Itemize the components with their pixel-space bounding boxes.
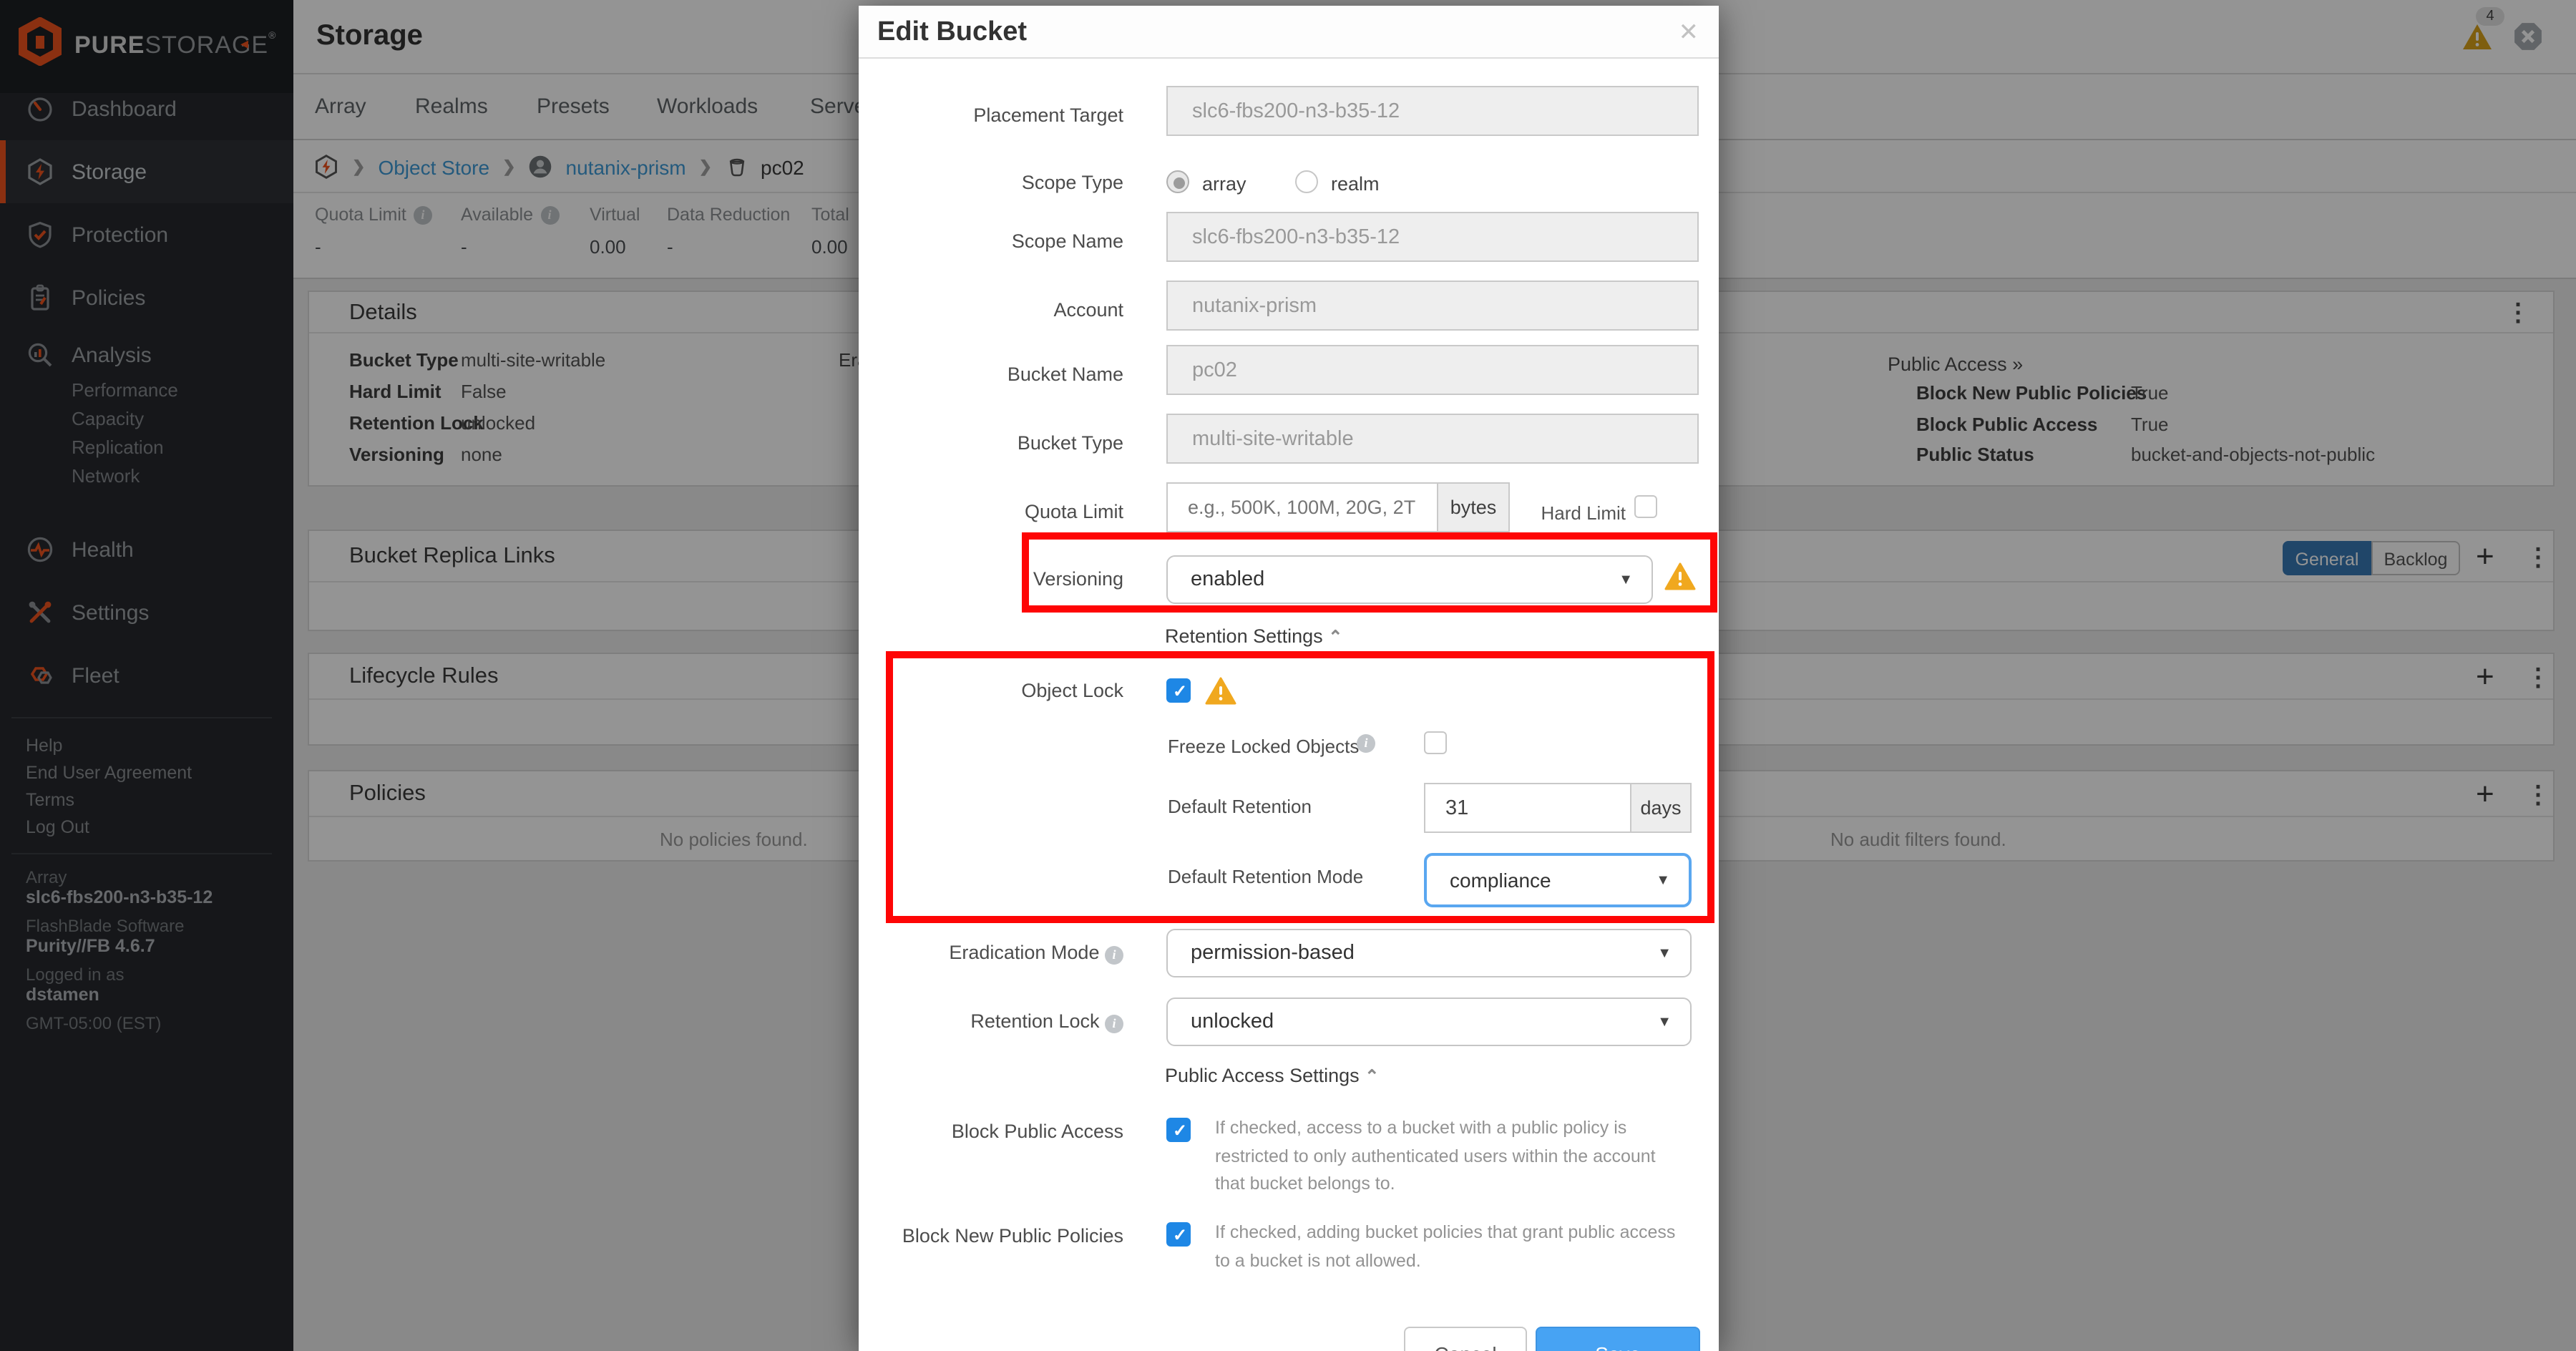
info-icon[interactable]: i [1357, 734, 1375, 753]
modal-title: Edit Bucket [877, 6, 1027, 59]
freeze-locked-objects-label: Freeze Locked Objects [1168, 736, 1359, 757]
bucket-name-field: pc02 [1166, 345, 1699, 395]
placement-target-field: slc6-fbs200-n3-b35-12 [1166, 86, 1699, 136]
caret-down-icon: ▼ [1657, 945, 1672, 961]
hard-limit-label: Hard Limit [1520, 502, 1626, 524]
block-new-public-policies-label: Block New Public Policies [859, 1225, 1123, 1247]
block-public-access-label: Block Public Access [859, 1121, 1123, 1142]
eradication-mode-select[interactable]: permission-based▼ [1166, 929, 1692, 977]
bucket-name-label: Bucket Name [859, 364, 1123, 385]
hard-limit-checkbox[interactable] [1634, 495, 1657, 518]
scope-type-realm-option: realm [1331, 173, 1380, 195]
scope-type-label: Scope Type [859, 172, 1123, 193]
object-lock-label: Object Lock [859, 680, 1123, 701]
retention-settings-toggle[interactable]: Retention Settings ⌃ [1165, 625, 1342, 647]
caret-up-icon: ⌃ [1365, 1066, 1379, 1086]
bucket-type-field: multi-site-writable [1166, 414, 1699, 464]
caret-down-icon: ▼ [1657, 1014, 1672, 1030]
caret-up-icon: ⌃ [1328, 627, 1342, 647]
freeze-locked-objects-checkbox[interactable] [1424, 731, 1447, 754]
default-retention-label: Default Retention [1168, 796, 1312, 817]
block-new-public-policies-description: If checked, adding bucket policies that … [1215, 1219, 1687, 1275]
retention-unit-suffix: days [1631, 783, 1692, 833]
versioning-warning-icon [1664, 562, 1696, 591]
versioning-label: Versioning [859, 568, 1123, 590]
save-button[interactable]: Save [1536, 1327, 1700, 1351]
object-lock-checkbox[interactable] [1166, 678, 1191, 703]
info-icon[interactable]: i [1105, 946, 1123, 965]
scope-type-realm-radio[interactable] [1295, 170, 1318, 193]
default-retention-input[interactable] [1424, 783, 1631, 833]
eradication-mode-label: Eradication Mode i [859, 942, 1123, 965]
account-field: nutanix-prism [1166, 281, 1699, 331]
retention-lock-select[interactable]: unlocked▼ [1166, 998, 1692, 1046]
scope-name-label: Scope Name [859, 230, 1123, 252]
versioning-select[interactable]: enabled▼ [1166, 555, 1653, 604]
caret-down-icon: ▼ [1619, 572, 1633, 587]
public-access-settings-toggle[interactable]: Public Access Settings ⌃ [1165, 1065, 1379, 1086]
scope-type-array-radio[interactable] [1166, 170, 1189, 193]
default-retention-mode-label: Default Retention Mode [1168, 866, 1363, 887]
retention-lock-label: Retention Lock i [859, 1010, 1123, 1033]
close-icon[interactable]: ✕ [1679, 6, 1699, 59]
default-retention-mode-select[interactable]: compliance▼ [1424, 853, 1692, 907]
placement-target-label: Placement Target [859, 104, 1123, 126]
scope-name-field: slc6-fbs200-n3-b35-12 [1166, 212, 1699, 262]
block-public-access-checkbox[interactable] [1166, 1118, 1191, 1142]
cancel-button[interactable]: Cancel [1404, 1327, 1527, 1351]
account-label: Account [859, 299, 1123, 321]
object-lock-warning-icon [1205, 677, 1236, 706]
block-public-access-description: If checked, access to a bucket with a pu… [1215, 1115, 1687, 1199]
scope-type-array-option: array [1202, 173, 1246, 195]
block-new-public-policies-checkbox[interactable] [1166, 1222, 1191, 1247]
info-icon[interactable]: i [1105, 1015, 1123, 1033]
quota-unit-suffix: bytes [1438, 482, 1510, 532]
caret-down-icon: ▼ [1656, 872, 1670, 888]
edit-bucket-modal: Edit Bucket ✕ Placement Target slc6-fbs2… [859, 6, 1719, 1351]
quota-limit-input[interactable] [1166, 482, 1438, 532]
bucket-type-label: Bucket Type [859, 432, 1123, 454]
modal-header: Edit Bucket ✕ [859, 6, 1719, 59]
quota-limit-label: Quota Limit [859, 501, 1123, 522]
app-root: PURESTORAGE® ◂ Dashboard Storage Protect… [0, 0, 2576, 1351]
